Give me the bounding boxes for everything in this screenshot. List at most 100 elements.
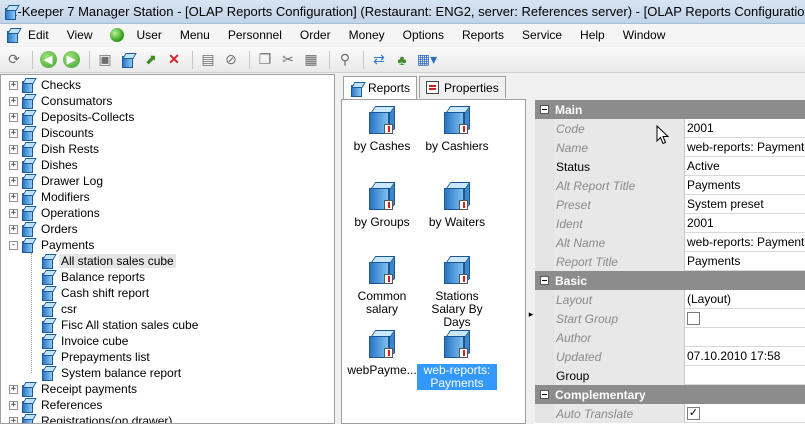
tree-item[interactable]: All station sales cube bbox=[41, 253, 176, 269]
tree-item[interactable]: Cash shift report bbox=[41, 285, 151, 301]
checkbox[interactable]: ✓ bbox=[687, 406, 700, 420]
tree-item[interactable]: + Dishes bbox=[9, 157, 80, 173]
tree-item[interactable]: + Dish Rests bbox=[9, 141, 101, 157]
expand-icon[interactable]: + bbox=[9, 96, 18, 106]
property-value[interactable]: 07.10.2010 17:58 bbox=[685, 347, 805, 365]
tree-item[interactable]: + References bbox=[9, 397, 104, 413]
copy-icon[interactable]: ❐ bbox=[255, 50, 275, 70]
expand-icon[interactable]: + bbox=[9, 176, 18, 186]
expand-icon[interactable]: + bbox=[9, 416, 18, 423]
property-value[interactable]: Payments bbox=[685, 176, 805, 194]
tree-item[interactable]: + Registrations(on drawer) bbox=[9, 413, 174, 423]
expand-icon[interactable]: + bbox=[9, 208, 18, 218]
property-row[interactable]: Ident 2001 bbox=[535, 214, 805, 233]
export-icon[interactable]: ⬈ bbox=[141, 50, 161, 70]
cube-icon[interactable] bbox=[118, 50, 138, 70]
menu-view[interactable]: View bbox=[67, 28, 93, 42]
report-tile[interactable]: by Cashes bbox=[342, 104, 422, 153]
report-tile[interactable]: by Cashiers bbox=[417, 104, 497, 153]
tree-item[interactable]: + Discounts bbox=[9, 125, 96, 141]
panel-splitter[interactable]: ▸ bbox=[527, 99, 535, 424]
tree-item[interactable]: - Payments bbox=[9, 237, 96, 253]
tree-item[interactable]: Prepayments list bbox=[41, 349, 152, 365]
expand-icon[interactable]: + bbox=[9, 192, 18, 202]
menu-help[interactable]: Help bbox=[580, 28, 605, 42]
forward-button[interactable]: ▶ bbox=[61, 50, 81, 70]
tree-icon[interactable]: ♣ bbox=[392, 50, 412, 70]
tree-item[interactable]: Fisc All station sales cube bbox=[41, 317, 200, 333]
view-options-icon[interactable]: ▦▾ bbox=[415, 50, 439, 70]
expand-icon[interactable]: + bbox=[9, 384, 18, 394]
report-tile[interactable]: Common salary bbox=[342, 254, 422, 316]
checkbox[interactable] bbox=[687, 311, 700, 325]
collapse-arrow-icon[interactable]: ▸ bbox=[527, 309, 535, 320]
property-value[interactable]: ✓ bbox=[685, 404, 805, 422]
property-value[interactable]: Payments bbox=[685, 252, 805, 270]
cancel-icon[interactable]: ⊘ bbox=[221, 50, 241, 70]
tree-item[interactable]: System balance report bbox=[41, 365, 183, 381]
tree-item[interactable]: + Receipt payments bbox=[9, 381, 139, 397]
tree-item[interactable]: csr bbox=[41, 301, 79, 317]
collapse-box-icon[interactable] bbox=[540, 105, 549, 114]
menu-order[interactable]: Order bbox=[300, 28, 331, 42]
property-row[interactable]: Status Active bbox=[535, 157, 805, 176]
property-value[interactable]: web-reports: Payments bbox=[685, 138, 805, 156]
property-row[interactable]: Name web-reports: Payments bbox=[535, 138, 805, 157]
property-row[interactable]: Report Title Payments bbox=[535, 252, 805, 271]
delete-icon[interactable]: ✕ bbox=[164, 50, 184, 70]
property-row[interactable]: Preset System preset bbox=[535, 195, 805, 214]
menu-money[interactable]: Money bbox=[349, 28, 385, 42]
category-main[interactable]: Main bbox=[535, 100, 805, 119]
menu-service[interactable]: Service bbox=[522, 28, 562, 42]
property-value[interactable] bbox=[685, 328, 805, 346]
report-tile[interactable]: by Waiters bbox=[417, 180, 497, 229]
report-tile[interactable]: by Groups bbox=[342, 180, 422, 229]
expand-icon[interactable]: + bbox=[9, 128, 18, 138]
tree-item[interactable]: + Orders bbox=[9, 221, 80, 237]
property-value[interactable]: Active bbox=[685, 157, 805, 175]
collapse-icon[interactable]: - bbox=[9, 240, 18, 250]
expand-icon[interactable]: + bbox=[9, 160, 18, 170]
report-tile[interactable]: webPayme... bbox=[342, 328, 422, 377]
tree-item[interactable]: Invoice cube bbox=[41, 333, 130, 349]
report-tile[interactable]: Stations Salary By Days bbox=[417, 254, 497, 329]
tree-item[interactable]: + Operations bbox=[9, 205, 102, 221]
new-item-icon[interactable]: ▣ bbox=[95, 50, 115, 70]
tab-properties[interactable]: Properties bbox=[419, 76, 506, 98]
expand-icon[interactable]: + bbox=[9, 80, 18, 90]
property-value[interactable]: web-reports: Payments bbox=[685, 233, 805, 251]
menu-reports[interactable]: Reports bbox=[462, 28, 504, 42]
cut-icon[interactable]: ✂ bbox=[278, 50, 298, 70]
back-button[interactable]: ◀ bbox=[38, 50, 58, 70]
find-icon[interactable]: ⚲ bbox=[335, 50, 355, 70]
report-tile[interactable]: web-reports: Payments bbox=[417, 328, 497, 390]
property-row[interactable]: Auto Translate ✓ bbox=[535, 404, 805, 423]
tree-item[interactable]: + Consumators bbox=[9, 93, 114, 109]
property-row[interactable]: Code 2001 bbox=[535, 119, 805, 138]
refresh-icon[interactable]: ⟳ bbox=[4, 50, 24, 70]
save-icon[interactable]: ▤ bbox=[198, 50, 218, 70]
tree-item[interactable]: Balance reports bbox=[41, 269, 147, 285]
property-value[interactable] bbox=[685, 366, 805, 384]
tab-reports[interactable]: Reports bbox=[343, 76, 418, 99]
property-row[interactable]: Alt Name web-reports: Payments bbox=[535, 233, 805, 252]
sync-icon[interactable]: ⇄ bbox=[369, 50, 389, 70]
paste-icon[interactable]: ▦ bbox=[301, 50, 321, 70]
property-value[interactable]: (Layout) bbox=[685, 290, 805, 308]
expand-icon[interactable]: + bbox=[9, 400, 18, 410]
collapse-box-icon[interactable] bbox=[540, 276, 549, 285]
tree-item[interactable]: + Deposits-Collects bbox=[9, 109, 136, 125]
property-value[interactable]: 2001 bbox=[685, 119, 805, 137]
collapse-box-icon[interactable] bbox=[540, 390, 549, 399]
mdi-cube-icon[interactable] bbox=[6, 28, 20, 43]
category-basic[interactable]: Basic bbox=[535, 271, 805, 290]
menu-user[interactable]: User bbox=[136, 28, 161, 42]
property-row[interactable]: Author bbox=[535, 328, 805, 347]
property-value[interactable]: System preset bbox=[685, 195, 805, 213]
menu-menu[interactable]: Menu bbox=[180, 28, 210, 42]
property-value[interactable]: 2001 bbox=[685, 214, 805, 232]
property-row[interactable]: Start Group bbox=[535, 309, 805, 328]
menu-edit[interactable]: Edit bbox=[28, 28, 49, 42]
tree-item[interactable]: + Checks bbox=[9, 77, 83, 93]
expand-icon[interactable]: + bbox=[9, 144, 18, 154]
